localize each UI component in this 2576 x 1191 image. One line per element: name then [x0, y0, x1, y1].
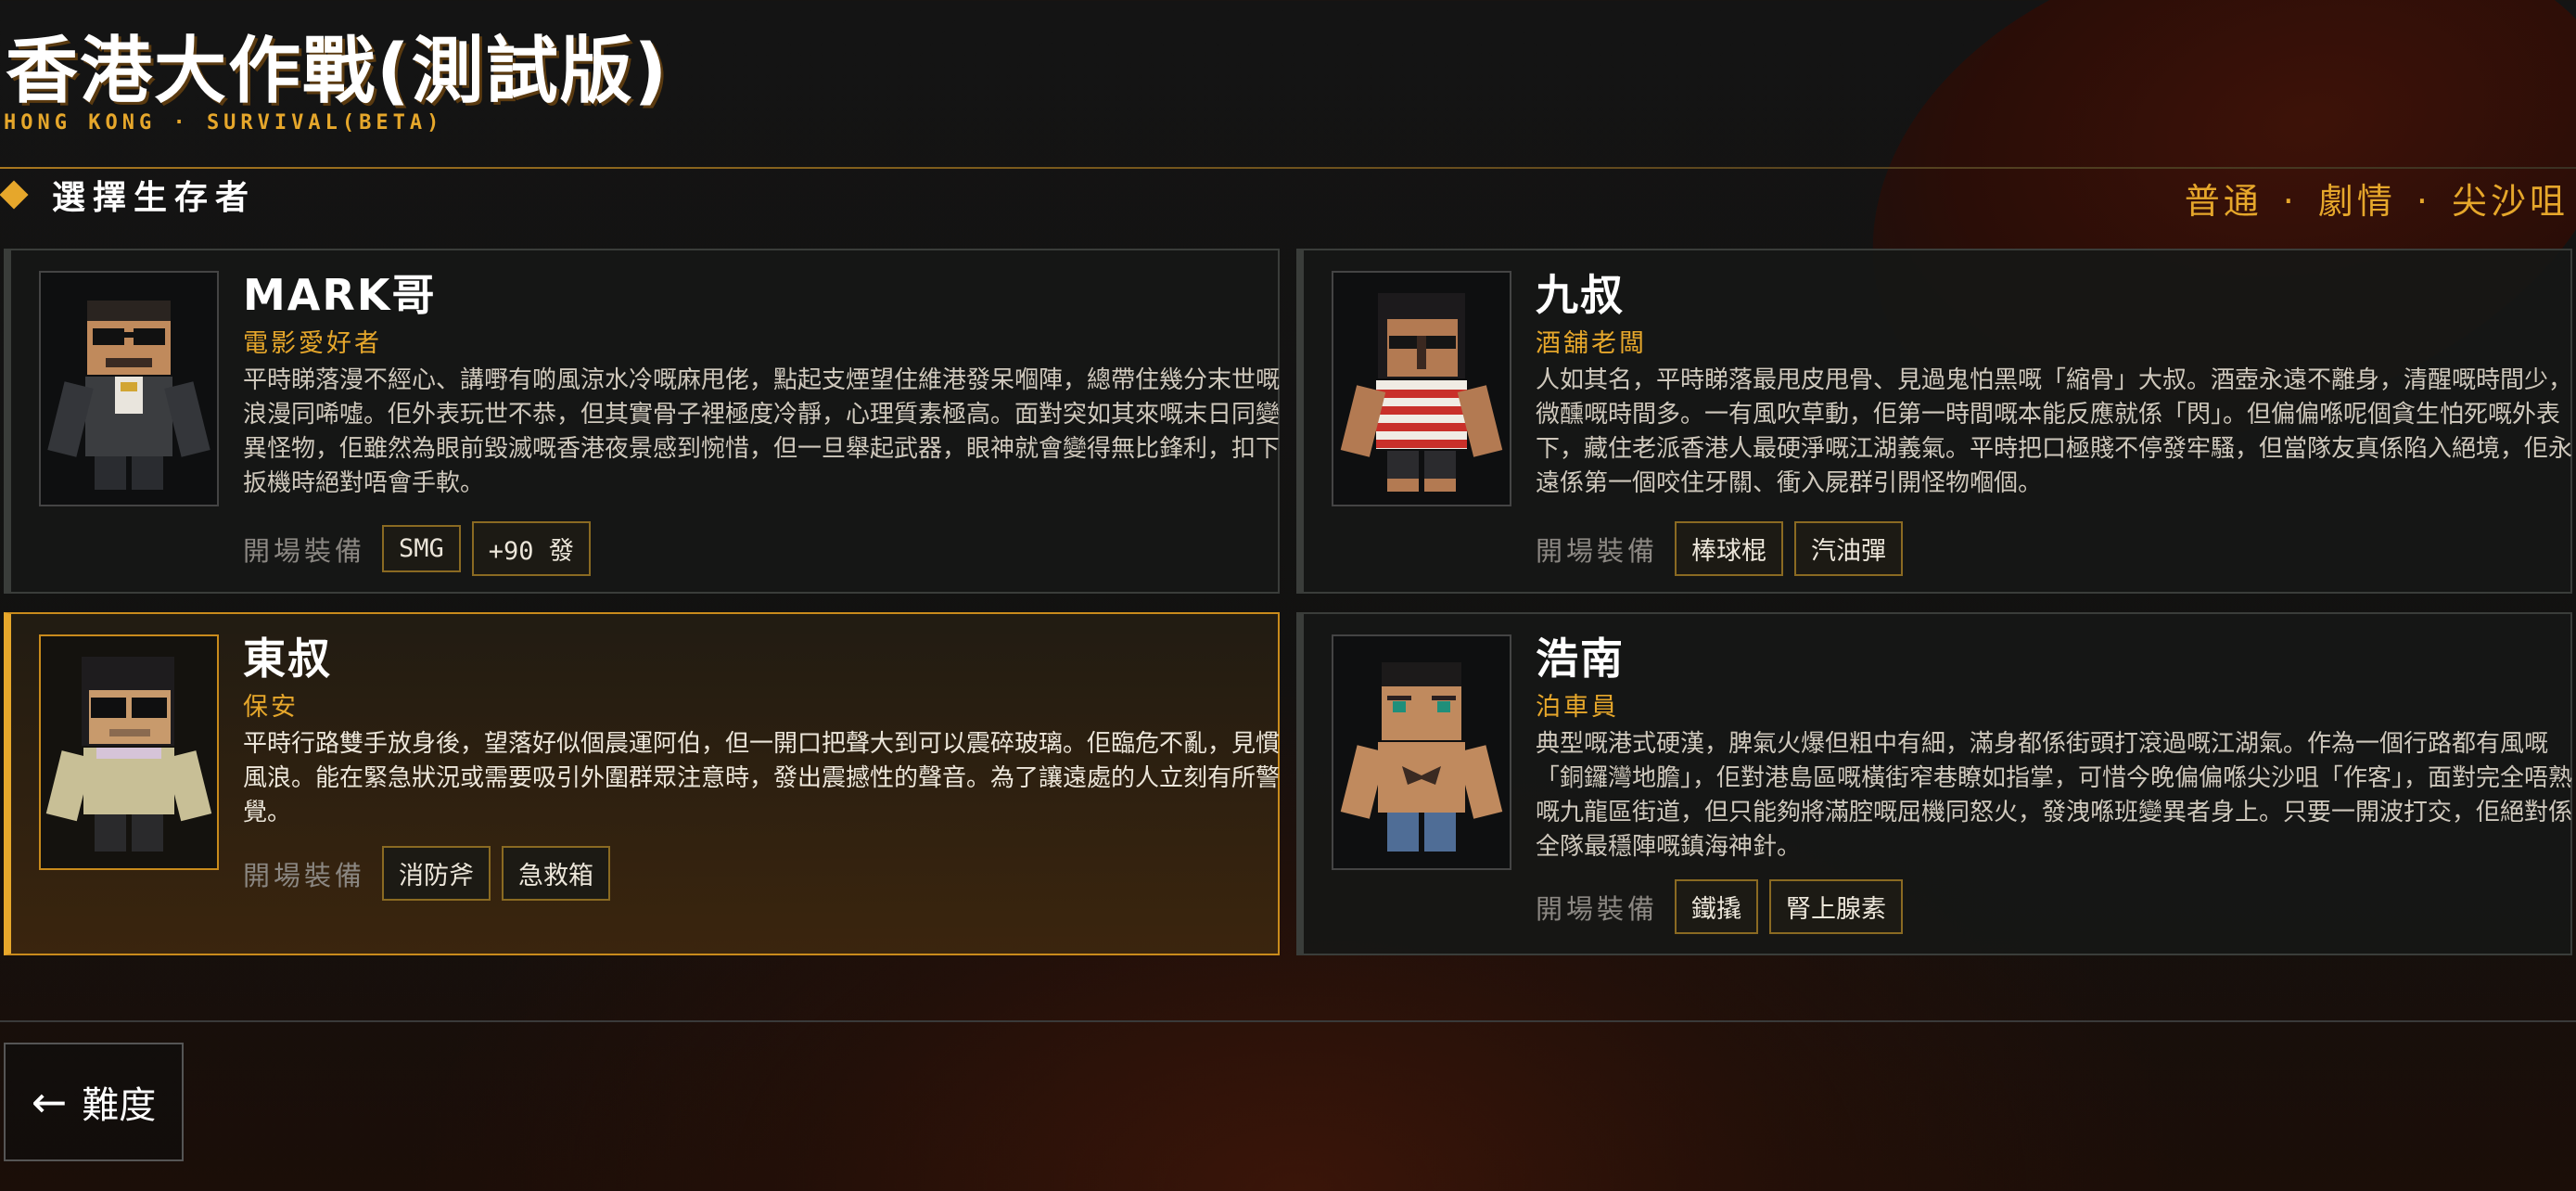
game-title: 香港大作戰(測試版) — [6, 30, 670, 113]
mode-difficulty: 普通 — [2184, 181, 2263, 222]
character-name: MARK哥 — [243, 270, 437, 320]
nine-uncle-avatar-icon — [1340, 293, 1503, 492]
equipment-label: 開場裝備 — [1536, 534, 1659, 567]
back-button[interactable]: ← 難度 — [4, 1043, 184, 1161]
character-description: 平時行路雙手放身後，望落好似個晨運阿伯，但一開口把聲大到可以震碎玻璃。佢臨危不亂… — [243, 730, 1281, 826]
character-description: 平時睇落漫不經心、講嘢有啲風涼水冷嘅麻甩佬，點起支煙望住維港發呆嗰陣，總帶住幾分… — [243, 366, 1281, 497]
equipment-tag: 腎上腺素 — [1769, 879, 1904, 934]
equipment-tag: 鐵撬 — [1675, 879, 1759, 934]
equipment-tag: 汽油彈 — [1794, 521, 1904, 576]
character-name: 浩南 — [1536, 634, 1625, 684]
character-card-mark[interactable]: MARK哥 電影愛好者 平時睇落漫不經心、講嘢有啲風涼水冷嘅麻甩佬，點起支煙望住… — [4, 249, 1280, 594]
header-divider — [0, 167, 2576, 169]
character-portrait — [1332, 271, 1511, 506]
equipment-tag: 急救箱 — [502, 846, 611, 901]
mode-separator: · — [2416, 181, 2431, 222]
character-role: 泊車員 — [1536, 693, 1619, 722]
equipment-tag: +90 發 — [471, 521, 591, 576]
starting-equipment: 開場裝備 SMG +90 發 — [243, 521, 591, 576]
equipment-label: 開場裝備 — [243, 859, 366, 891]
character-portrait — [39, 271, 219, 506]
character-card-nine-uncle[interactable]: 九叔 酒舖老闆 人如其名，平時睇落最甩皮甩骨、見過鬼怕黑嘅「縮骨」大叔。酒壺永遠… — [1296, 249, 2572, 594]
character-portrait — [39, 634, 219, 870]
equipment-label: 開場裝備 — [1536, 892, 1659, 925]
equipment-tag: SMG — [382, 525, 461, 572]
character-description: 人如其名，平時睇落最甩皮甩骨、見過鬼怕黑嘅「縮骨」大叔。酒壺永遠不離身，清醒嘅時… — [1536, 366, 2573, 497]
equipment-tag: 消防斧 — [382, 846, 491, 901]
character-role: 保安 — [243, 693, 299, 722]
character-card-ho-nam[interactable]: 浩南 泊車員 典型嘅港式硬漢，脾氣火爆但粗中有細，滿身都係街頭打滾過嘅江湖氣。作… — [1296, 612, 2572, 955]
character-role: 電影愛好者 — [243, 329, 382, 358]
character-role: 酒舖老闆 — [1536, 329, 1647, 358]
character-card-tung-uncle[interactable]: 東叔 保安 平時行路雙手放身後，望落好似個晨運阿伯，但一開口把聲大到可以震碎玻璃… — [4, 612, 1280, 955]
equipment-tag: 棒球棍 — [1675, 521, 1784, 576]
footer-divider — [0, 1020, 2576, 1022]
starting-equipment: 開場裝備 棒球棍 汽油彈 — [1536, 521, 1904, 576]
tung-uncle-avatar-icon — [45, 657, 212, 852]
mode-type: 劇情 — [2317, 181, 2396, 222]
arrow-left-icon: ← — [31, 1077, 68, 1127]
mode-summary: 普通 · 劇情 · 尖沙咀 — [2185, 173, 2569, 224]
character-portrait — [1332, 634, 1511, 870]
back-button-label: 難度 — [82, 1084, 157, 1127]
ho-nam-avatar-icon — [1340, 662, 1503, 852]
starting-equipment: 開場裝備 鐵撬 腎上腺素 — [1536, 879, 1904, 934]
mode-map: 尖沙咀 — [2451, 181, 2569, 222]
mark-avatar-icon — [47, 301, 210, 490]
mode-separator: · — [2282, 181, 2298, 222]
section-heading: 選擇生存者 — [52, 179, 257, 217]
starting-equipment: 開場裝備 消防斧 急救箱 — [243, 846, 611, 901]
character-description: 典型嘅港式硬漢，脾氣火爆但粗中有細，滿身都係街頭打滾過嘅江湖氣。作為一個行路都有… — [1536, 730, 2573, 861]
game-subtitle: HONG KONG · SURVIVAL(BETA) — [4, 111, 444, 134]
equipment-label: 開場裝備 — [243, 534, 366, 567]
diamond-icon — [0, 180, 29, 210]
character-name: 東叔 — [243, 634, 332, 684]
character-name: 九叔 — [1536, 270, 1625, 320]
